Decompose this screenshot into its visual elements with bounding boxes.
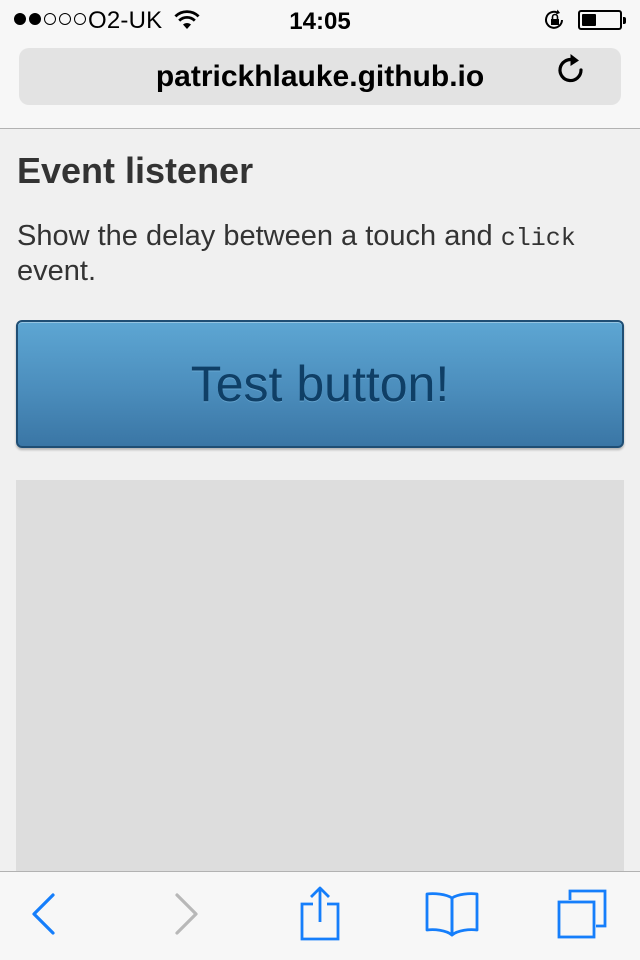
output-log xyxy=(16,480,624,880)
description-text-end: event. xyxy=(17,255,96,287)
back-button[interactable] xyxy=(14,886,74,946)
bookmarks-button[interactable] xyxy=(422,886,482,946)
rotation-lock-icon xyxy=(543,9,567,36)
status-bar: O2-UK 14:05 xyxy=(0,0,640,40)
book-icon xyxy=(424,890,480,943)
browser-address-bar: patrickhlauke.github.io xyxy=(0,40,640,129)
page-content: Event listener Show the delay between a … xyxy=(0,129,640,880)
forward-button[interactable] xyxy=(156,886,216,946)
description-text: Show the delay between a touch and xyxy=(17,220,501,252)
test-button[interactable]: Test button! xyxy=(16,320,624,448)
battery-tip xyxy=(623,17,626,24)
chevron-left-icon xyxy=(29,892,59,941)
reload-icon[interactable] xyxy=(556,53,586,90)
tabs-button[interactable] xyxy=(552,886,612,946)
url-field[interactable]: patrickhlauke.github.io xyxy=(19,48,621,105)
page-title: Event listener xyxy=(17,150,254,191)
click-code: click xyxy=(500,224,576,253)
url-text: patrickhlauke.github.io xyxy=(155,60,485,93)
share-button[interactable] xyxy=(290,886,350,946)
browser-toolbar xyxy=(0,871,640,960)
tabs-icon xyxy=(556,888,608,945)
chevron-right-icon xyxy=(171,892,201,941)
share-icon xyxy=(299,886,341,947)
battery-level xyxy=(582,14,596,26)
screen: O2-UK 14:05 patrickhlauke.github.io Even… xyxy=(0,0,640,960)
battery-icon xyxy=(578,10,626,30)
page-description: Show the delay between a touch and click… xyxy=(17,220,617,288)
